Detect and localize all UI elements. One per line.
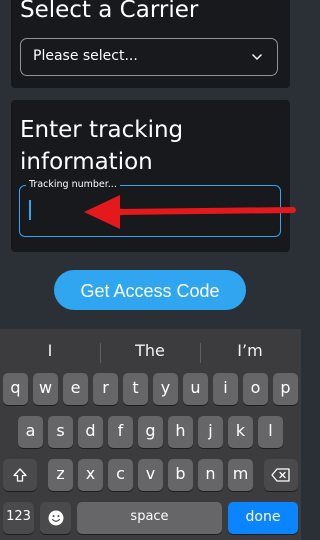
key-w[interactable]: w	[33, 373, 58, 405]
key-q[interactable]: q	[3, 373, 28, 405]
carrier-select-value: Please select...	[33, 48, 138, 64]
carrier-title: Select a Carrier	[20, 0, 199, 23]
key-o[interactable]: o	[243, 373, 268, 405]
key-t[interactable]: t	[123, 373, 148, 405]
backspace-icon	[271, 468, 290, 482]
delete-key[interactable]	[264, 459, 298, 491]
chevron-down-icon	[252, 54, 262, 60]
carrier-card: Select a Carrier Please select...	[11, 0, 290, 88]
suggestion-item[interactable]: I’m	[200, 337, 300, 365]
key-z[interactable]: z	[48, 459, 73, 491]
key-u[interactable]: u	[183, 373, 208, 405]
key-n[interactable]: n	[198, 459, 223, 491]
key-j[interactable]: j	[198, 416, 223, 448]
get-access-code-button[interactable]: Get Access Code	[54, 270, 246, 310]
numbers-key[interactable]: 123	[3, 502, 34, 534]
text-caret	[29, 200, 31, 220]
keyboard: I The I’m q w e r t y u i o p a s d f g …	[0, 329, 301, 540]
key-p[interactable]: p	[273, 373, 298, 405]
key-i[interactable]: i	[213, 373, 238, 405]
key-d[interactable]: d	[78, 416, 103, 448]
key-v[interactable]: v	[138, 459, 163, 491]
key-h[interactable]: h	[168, 416, 193, 448]
key-r[interactable]: r	[93, 373, 118, 405]
shift-icon	[13, 468, 27, 482]
tracking-title: Enter tracking information	[20, 117, 184, 175]
key-l[interactable]: l	[258, 416, 283, 448]
shift-key[interactable]	[3, 459, 37, 491]
tracking-card: Enter tracking information Tracking numb…	[11, 100, 290, 252]
key-b[interactable]: b	[168, 459, 193, 491]
key-m[interactable]: m	[228, 459, 253, 491]
key-e[interactable]: e	[63, 373, 88, 405]
done-key[interactable]: done	[228, 502, 298, 534]
page: Select a Carrier Please select... Enter …	[0, 0, 301, 540]
emoji-key[interactable]	[40, 502, 71, 534]
suggestion-item[interactable]: The	[100, 337, 200, 365]
key-c[interactable]: c	[108, 459, 133, 491]
key-f[interactable]: f	[108, 416, 133, 448]
suggestion-item[interactable]: I	[0, 337, 100, 365]
carrier-select[interactable]: Please select...	[20, 38, 278, 76]
key-y[interactable]: y	[153, 373, 178, 405]
tracking-number-label: Tracking number...	[26, 178, 120, 192]
tracking-number-input[interactable]: Tracking number...	[19, 178, 281, 237]
key-s[interactable]: s	[48, 416, 73, 448]
suggestion-bar: I The I’m	[0, 337, 301, 365]
space-key[interactable]: space	[77, 502, 222, 534]
key-x[interactable]: x	[78, 459, 103, 491]
key-a[interactable]: a	[18, 416, 43, 448]
key-g[interactable]: g	[138, 416, 163, 448]
emoji-icon	[48, 510, 63, 526]
key-k[interactable]: k	[228, 416, 253, 448]
